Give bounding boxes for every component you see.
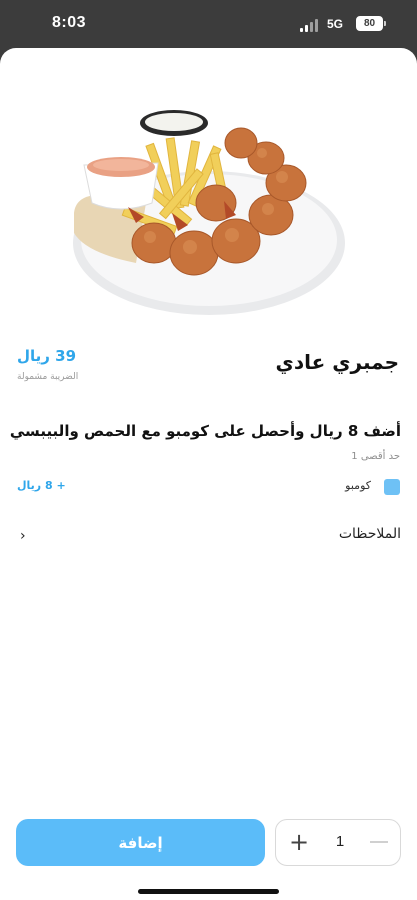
tax-note: الضريبة مشمولة bbox=[17, 372, 79, 382]
network-label: 5G bbox=[327, 17, 344, 31]
signal-icon bbox=[300, 18, 322, 32]
minus-icon[interactable] bbox=[370, 841, 388, 843]
add-to-cart-button[interactable]: إضافة bbox=[16, 819, 265, 866]
product-image bbox=[73, 110, 345, 315]
notes-row[interactable]: الملاحظات › bbox=[16, 522, 401, 550]
addon-title: أضف 8 ريال وأحصل على كومبو مع الحمص والب… bbox=[9, 422, 401, 440]
status-bar: 8:03 5G 80 bbox=[0, 0, 417, 48]
notes-label: الملاحظات bbox=[338, 526, 401, 542]
product-sheet: جمبري عادي 39 ريال الضريبة مشمولة أضف 8 … bbox=[0, 48, 417, 900]
chevron-icon: › bbox=[20, 528, 26, 544]
combo-option-price: + 8 ريال bbox=[17, 479, 66, 492]
quantity-value: 1 bbox=[335, 833, 345, 850]
product-price: 39 ريال bbox=[17, 347, 77, 365]
combo-option-row[interactable]: كومبو + 8 ريال bbox=[16, 476, 401, 498]
product-title: جمبري عادي bbox=[275, 350, 400, 374]
quantity-stepper: + 1 bbox=[275, 819, 401, 866]
battery-icon: 80 bbox=[356, 16, 386, 31]
combo-option-label: كومبو bbox=[345, 479, 371, 492]
combo-checkbox[interactable] bbox=[384, 479, 400, 495]
home-indicator bbox=[138, 889, 279, 894]
status-time: 8:03 bbox=[52, 14, 87, 31]
addon-limit: حد أقصى 1 bbox=[351, 451, 400, 462]
plus-icon[interactable]: + bbox=[286, 829, 312, 855]
